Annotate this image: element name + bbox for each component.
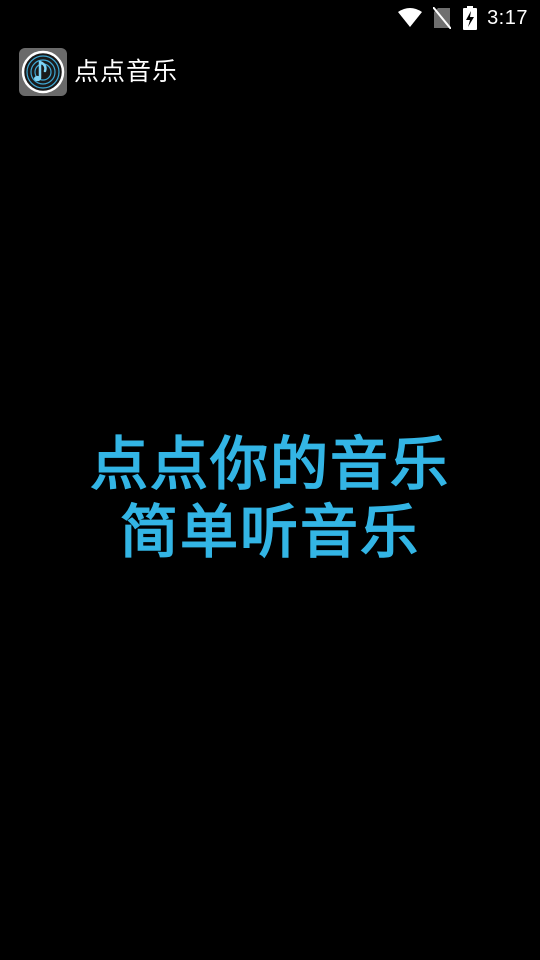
no-sim-icon	[433, 7, 452, 29]
app-bar: 点点音乐	[0, 36, 540, 108]
app-title: 点点音乐	[74, 57, 179, 86]
status-bar: 3:17	[0, 0, 540, 36]
status-icons: 3:17	[397, 0, 528, 36]
splash-slogan: 点点你的音乐 简单听音乐	[0, 430, 540, 566]
wifi-icon	[397, 8, 423, 28]
slogan-line-1: 点点你的音乐	[89, 430, 450, 498]
status-clock: 3:17	[487, 6, 528, 29]
app-logo-icon[interactable]	[19, 48, 67, 96]
battery-charging-icon	[463, 6, 478, 30]
slogan-line-2: 简单听音乐	[119, 498, 420, 566]
